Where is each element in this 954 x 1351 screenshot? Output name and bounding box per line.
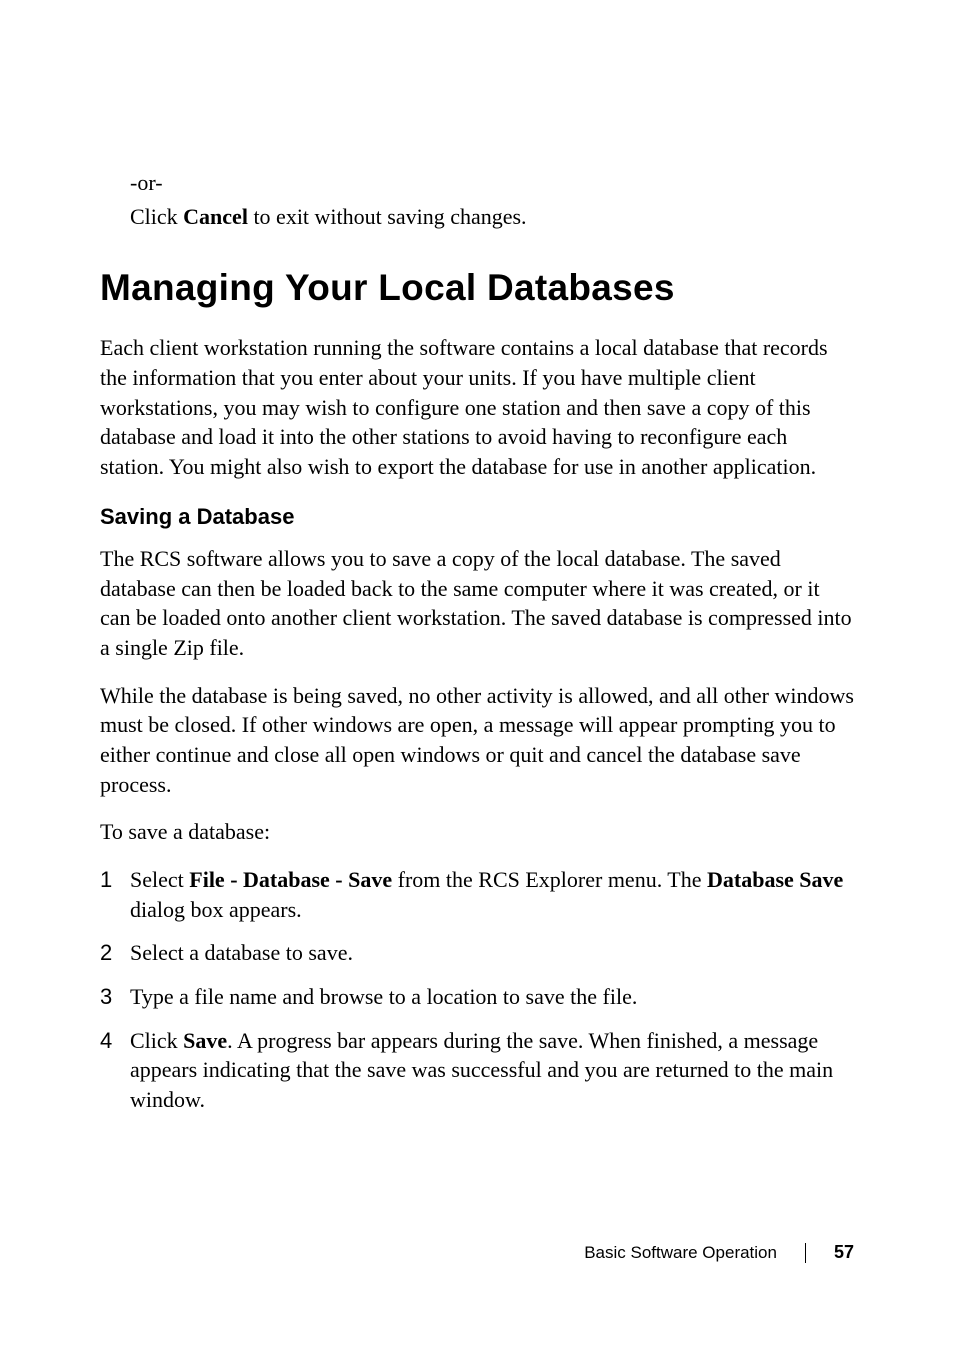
- step-1-suffix: dialog box appears.: [130, 897, 302, 922]
- steps-list: 1 Select File - Database - Save from the…: [100, 865, 854, 1115]
- step-body: Type a file name and browse to a locatio…: [130, 982, 854, 1012]
- intro-paragraph: Each client workstation running the soft…: [100, 333, 854, 481]
- step-1-bold-dialog: Database Save: [707, 867, 843, 892]
- cancel-line-prefix: Click: [130, 204, 183, 229]
- step-4-prefix: Click: [130, 1028, 183, 1053]
- continued-or-text: -or-: [100, 168, 854, 198]
- step-body: Click Save. A progress bar appears durin…: [130, 1026, 854, 1115]
- step-1-bold-menu: File - Database - Save: [189, 867, 392, 892]
- step-4: 4 Click Save. A progress bar appears dur…: [100, 1026, 854, 1115]
- step-1-prefix: Select: [130, 867, 189, 892]
- step-2: 2 Select a database to save.: [100, 938, 854, 968]
- page-footer: Basic Software Operation 57: [584, 1242, 854, 1263]
- paragraph-while-saving: While the database is being saved, no ot…: [100, 681, 854, 800]
- cancel-line-suffix: to exit without saving changes.: [248, 204, 527, 229]
- step-1-mid: from the RCS Explorer menu. The: [392, 867, 707, 892]
- continued-cancel-line: Click Cancel to exit without saving chan…: [100, 202, 854, 232]
- footer-section-title: Basic Software Operation: [584, 1243, 777, 1263]
- lead-in-text: To save a database:: [100, 817, 854, 847]
- footer-divider: [805, 1243, 806, 1263]
- step-4-suffix: . A progress bar appears during the save…: [130, 1028, 833, 1112]
- page: -or- Click Cancel to exit without saving…: [0, 0, 954, 1351]
- cancel-bold: Cancel: [183, 204, 248, 229]
- footer-page-number: 57: [834, 1242, 854, 1263]
- step-3: 3 Type a file name and browse to a locat…: [100, 982, 854, 1012]
- step-4-bold-save: Save: [183, 1028, 227, 1053]
- heading-saving-database: Saving a Database: [100, 504, 854, 530]
- step-body: Select a database to save.: [130, 938, 854, 968]
- step-number: 3: [100, 982, 130, 1012]
- heading-managing-databases: Managing Your Local Databases: [100, 267, 854, 309]
- step-1: 1 Select File - Database - Save from the…: [100, 865, 854, 924]
- step-number: 1: [100, 865, 130, 924]
- step-number: 2: [100, 938, 130, 968]
- paragraph-rcs-saving: The RCS software allows you to save a co…: [100, 544, 854, 663]
- step-number: 4: [100, 1026, 130, 1115]
- step-body: Select File - Database - Save from the R…: [130, 865, 854, 924]
